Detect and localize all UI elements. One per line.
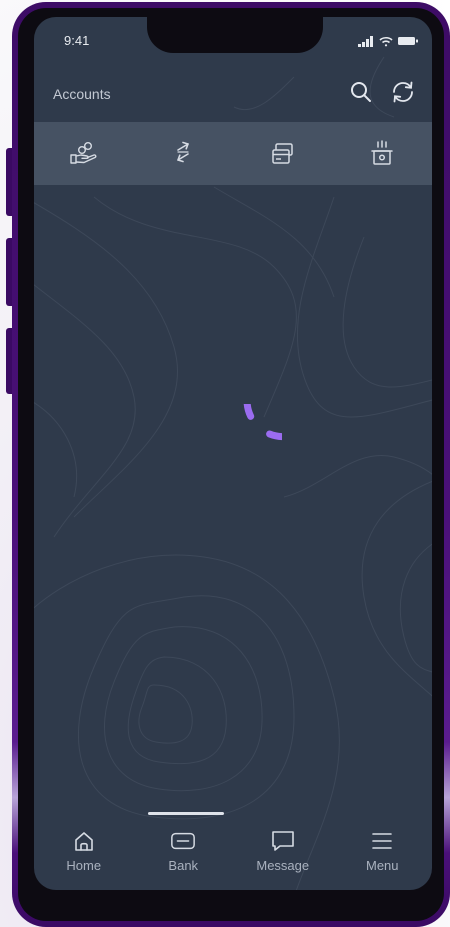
tab-home-label: Home <box>66 858 102 873</box>
tab-message-label: Message <box>256 858 310 873</box>
search-button[interactable] <box>348 79 374 105</box>
quick-action-atm[interactable] <box>362 134 402 174</box>
search-icon <box>351 82 371 102</box>
loading-spinner <box>243 404 282 441</box>
device-notch <box>147 17 323 53</box>
tab-home[interactable]: Home <box>44 825 124 890</box>
status-icons <box>358 35 418 47</box>
quick-action-receive[interactable] <box>64 134 104 174</box>
tab-bank-label: Bank <box>168 858 199 873</box>
page-title: Accounts <box>53 86 111 102</box>
message-icon <box>270 829 296 853</box>
bottom-tab-bar: Home Bank Message Menu <box>34 825 432 890</box>
home-icon <box>71 829 97 853</box>
refresh-icon <box>393 81 413 103</box>
status-time: 9:41 <box>64 33 90 48</box>
bank-card-icon <box>170 829 196 853</box>
transfer-arrows-icon <box>177 141 190 162</box>
header-actions <box>348 79 416 105</box>
wifi-icon <box>379 36 393 46</box>
tab-menu-label: Menu <box>365 858 399 873</box>
tab-menu[interactable]: Menu <box>342 825 422 890</box>
home-indicator <box>148 812 224 815</box>
app-screen: 9:41 Accounts Home Bank Message Menu <box>34 17 432 890</box>
menu-icon <box>369 829 395 853</box>
refresh-button[interactable] <box>390 79 416 105</box>
quick-action-transfer[interactable] <box>163 134 203 174</box>
hand-coins-icon <box>70 141 97 164</box>
signal-icon <box>358 35 373 47</box>
tab-message[interactable]: Message <box>243 825 323 890</box>
atm-cash-icon <box>371 139 393 165</box>
cards-icon <box>272 142 293 164</box>
tab-bank[interactable]: Bank <box>143 825 223 890</box>
battery-icon <box>398 37 418 45</box>
quick-actions-bar <box>34 122 432 185</box>
quick-action-cards[interactable] <box>263 134 303 174</box>
